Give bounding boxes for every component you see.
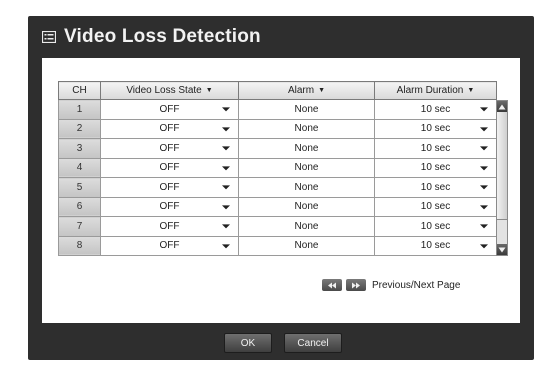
dropdown-arrow-icon [222, 166, 230, 171]
alarm-cell[interactable]: None [238, 118, 375, 139]
scroll-up-icon [498, 104, 506, 109]
table-row: 8 OFF None 10 sec [58, 235, 497, 256]
scroll-up-button[interactable] [497, 101, 507, 112]
alarm-cell[interactable]: None [238, 138, 375, 159]
dropdown-arrow-icon [222, 127, 230, 132]
alarm-cell[interactable]: None [238, 157, 375, 178]
dropdown-arrow-icon [480, 127, 488, 132]
header-sort-arrow-icon: ▼ [205, 87, 213, 94]
alarm-duration-select[interactable]: 10 sec [374, 235, 497, 256]
table-row: 5 OFF None 10 sec [58, 177, 497, 198]
dropdown-arrow-icon [480, 244, 488, 249]
video-loss-state-select[interactable]: OFF [100, 216, 239, 237]
video-loss-state-select[interactable]: OFF [100, 235, 239, 256]
header-alarm-duration[interactable]: Alarm Duration ▼ [374, 81, 497, 100]
rewind-icon [328, 282, 336, 288]
dropdown-arrow-icon [480, 185, 488, 190]
scroll-thumb[interactable] [497, 112, 507, 220]
table-row: 1 OFF None 10 sec [58, 99, 497, 120]
dialog-title: Video Loss Detection [64, 26, 261, 47]
channel-cell: 3 [58, 138, 101, 159]
video-loss-state-select[interactable]: OFF [100, 196, 239, 217]
next-page-button[interactable] [346, 279, 366, 291]
title-bar: Video Loss Detection [28, 16, 534, 58]
channel-cell: 4 [58, 157, 101, 178]
alarm-cell[interactable]: None [238, 177, 375, 198]
list-menu-icon [42, 31, 56, 43]
alarm-cell[interactable]: None [238, 196, 375, 217]
alarm-duration-select[interactable]: 10 sec [374, 138, 497, 159]
alarm-cell[interactable]: None [238, 216, 375, 237]
table-row: 2 OFF None 10 sec [58, 118, 497, 139]
dropdown-arrow-icon [222, 107, 230, 112]
video-loss-state-select[interactable]: OFF [100, 157, 239, 178]
table-row: 6 OFF None 10 sec [58, 196, 497, 217]
scroll-down-button[interactable] [497, 244, 507, 255]
alarm-duration-select[interactable]: 10 sec [374, 196, 497, 217]
header-sort-arrow-icon: ▼ [318, 87, 326, 94]
header-ch: CH [58, 81, 101, 100]
video-loss-state-select[interactable]: OFF [100, 118, 239, 139]
alarm-duration-select[interactable]: 10 sec [374, 216, 497, 237]
dropdown-arrow-icon [222, 205, 230, 210]
table-row: 7 OFF None 10 sec [58, 216, 497, 237]
dropdown-arrow-icon [222, 224, 230, 229]
previous-page-button[interactable] [322, 279, 342, 291]
scroll-down-icon [498, 247, 506, 252]
video-loss-table: CH Video Loss State ▼ Alarm ▼ Alarm Durati… [58, 81, 497, 256]
dropdown-arrow-icon [480, 205, 488, 210]
channel-cell: 1 [58, 99, 101, 120]
alarm-cell[interactable]: None [238, 235, 375, 256]
dropdown-arrow-icon [480, 107, 488, 112]
video-loss-detection-dialog: Video Loss Detection CH Video Loss State… [28, 16, 534, 360]
channel-cell: 8 [58, 235, 101, 256]
content-panel: CH Video Loss State ▼ Alarm ▼ Alarm Durati… [42, 58, 520, 323]
table-scrollbar[interactable] [496, 100, 508, 256]
table-row: 3 OFF None 10 sec [58, 138, 497, 159]
alarm-duration-select[interactable]: 10 sec [374, 99, 497, 120]
ok-button[interactable]: OK [224, 333, 272, 353]
header-sort-arrow-icon: ▼ [467, 87, 475, 94]
pager-label: Previous/Next Page [372, 279, 461, 291]
header-alarm[interactable]: Alarm ▼ [238, 81, 375, 100]
channel-cell: 6 [58, 196, 101, 217]
dropdown-arrow-icon [480, 166, 488, 171]
video-loss-state-select[interactable]: OFF [100, 99, 239, 120]
cancel-button[interactable]: Cancel [284, 333, 342, 353]
channel-cell: 5 [58, 177, 101, 198]
fast-forward-icon [352, 282, 360, 288]
dropdown-arrow-icon [222, 244, 230, 249]
dropdown-arrow-icon [222, 185, 230, 190]
dropdown-arrow-icon [480, 224, 488, 229]
channel-cell: 2 [58, 118, 101, 139]
alarm-cell[interactable]: None [238, 99, 375, 120]
alarm-duration-select[interactable]: 10 sec [374, 157, 497, 178]
dropdown-arrow-icon [222, 146, 230, 151]
channel-cell: 7 [58, 216, 101, 237]
video-loss-state-select[interactable]: OFF [100, 177, 239, 198]
dropdown-arrow-icon [480, 146, 488, 151]
alarm-duration-select[interactable]: 10 sec [374, 118, 497, 139]
video-loss-state-select[interactable]: OFF [100, 138, 239, 159]
table-row: 4 OFF None 10 sec [58, 157, 497, 178]
header-video-loss-state[interactable]: Video Loss State ▼ [100, 81, 239, 100]
page-navigation: Previous/Next Page [322, 278, 460, 292]
alarm-duration-select[interactable]: 10 sec [374, 177, 497, 198]
